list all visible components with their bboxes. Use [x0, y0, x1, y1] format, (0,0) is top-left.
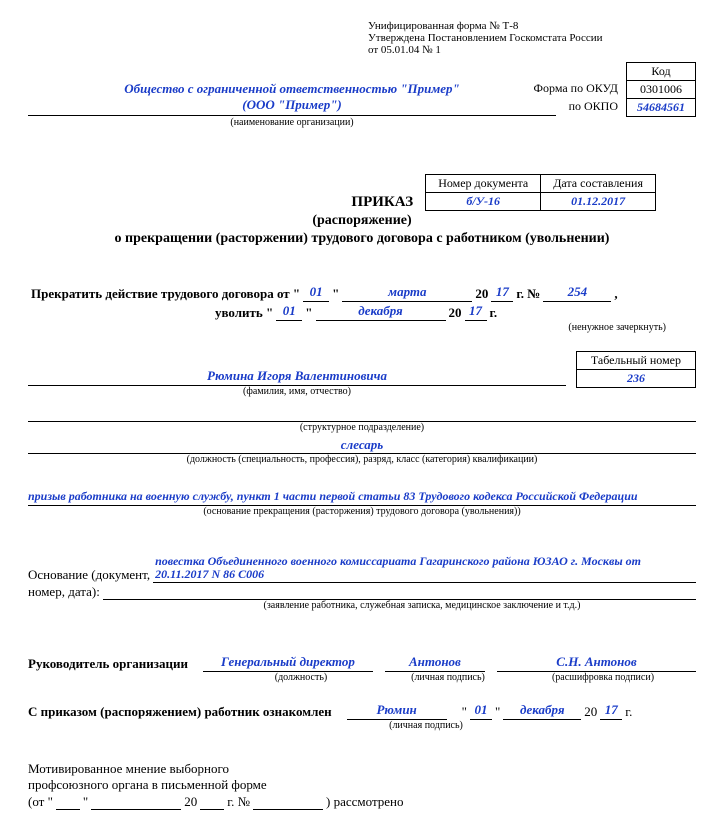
- union-month: [91, 793, 181, 810]
- title-long: о прекращении (расторжении) трудового до…: [28, 231, 696, 247]
- terminate-line-2: уволить " 01 " декабря 20 17 г.: [28, 304, 696, 321]
- ack-month: декабря: [503, 703, 581, 720]
- okpo-value: 54684561: [627, 99, 696, 117]
- terminate-y2: 17: [465, 304, 487, 321]
- terminate-lead: Прекратить действие трудового договора о…: [28, 286, 303, 302]
- ack-ysuffix: г.: [622, 704, 632, 720]
- ack-sign-sub: (личная подпись): [376, 720, 476, 731]
- docdate-value: 01.12.2017: [541, 193, 656, 211]
- dept-value: [28, 405, 696, 422]
- form-line: Утверждена Постановлением Госкомстата Ро…: [368, 32, 696, 44]
- docdate-header: Дата составления: [541, 175, 656, 193]
- form-line: от 05.01.04 № 1: [368, 44, 696, 56]
- union-l2: профсоюзного органа в письменной форме: [28, 777, 696, 793]
- union-l3: (от " " 20 г. № ) рассмотрено: [28, 793, 696, 810]
- title-sub: (распоряжение): [28, 213, 696, 229]
- head-sign: Антонов: [385, 655, 485, 672]
- basis-lead2: номер, дата):: [28, 584, 103, 600]
- job-value: слесарь: [28, 437, 696, 454]
- form-line: Унифицированная форма № Т-8: [368, 20, 696, 32]
- terminate-ysuffix2: г.: [487, 305, 501, 321]
- union-l3d: г. №: [224, 794, 253, 810]
- basis-row1: Основание (документ, повестка Объединенн…: [28, 555, 696, 582]
- union-l3e: ) рассмотрено: [323, 794, 407, 810]
- doc-meta-table: Номер документа Дата составления б/У-16 …: [425, 174, 656, 211]
- fio-sub: (фамилия, имя, отчество): [28, 386, 566, 397]
- basis-row2: номер, дата):: [28, 583, 696, 600]
- terminate-num: 254: [543, 285, 611, 302]
- dept-sub: (структурное подразделение): [28, 422, 696, 433]
- ack-q2: ": [492, 704, 503, 720]
- reason-text: призыв работника на военную службу, пунк…: [28, 489, 696, 506]
- ack-sub-row: (личная подпись): [28, 720, 696, 731]
- terminate-q1: ": [329, 286, 342, 302]
- union-l3b: ": [80, 794, 91, 810]
- terminate-day2: 01: [276, 304, 302, 321]
- union-block: Мотивированное мнение выборного профсоюз…: [28, 761, 696, 810]
- ack-day: 01: [470, 703, 492, 720]
- union-l3c: 20: [181, 794, 200, 810]
- job-sub: (должность (специальность, профессия), р…: [28, 454, 696, 465]
- ack-q1: ": [459, 704, 470, 720]
- terminate-y1: 17: [491, 285, 513, 302]
- tabel-table: Табельный номер 236: [576, 351, 696, 388]
- terminate-line-1: Прекратить действие трудового договора о…: [28, 285, 696, 302]
- union-day: [56, 793, 80, 810]
- ack-lead: С приказом (распоряжением) работник озна…: [28, 704, 335, 720]
- form-reference: Унифицированная форма № Т-8 Утверждена П…: [368, 20, 696, 56]
- terminate-yprefix1: 20: [472, 286, 491, 302]
- terminate-tail: ,: [611, 286, 620, 302]
- basis-line2: [103, 583, 696, 600]
- basis-text: повестка Объединенного военного комиссар…: [153, 555, 696, 582]
- org-sublabel: (наименование организации): [28, 117, 556, 128]
- docnum-header: Номер документа: [426, 175, 541, 193]
- head-sign-row: Руководитель организации Генеральный дир…: [28, 655, 696, 672]
- title-prikaz: ПРИКАЗ: [351, 194, 413, 210]
- terminate-yprefix2: 20: [446, 305, 465, 321]
- terminate-month1: марта: [342, 285, 472, 302]
- head-sign-subs: (должность) (личная подпись) (расшифровк…: [28, 672, 696, 683]
- head-job: Генеральный директор: [203, 655, 373, 672]
- reason-sub: (основание прекращения (расторжения) тру…: [28, 506, 696, 517]
- codes-table: Код 0301006 54684561: [626, 62, 696, 117]
- basis-sub: (заявление работника, служебная записка,…: [148, 600, 696, 611]
- head-label: Руководитель организации: [28, 656, 191, 672]
- terminate-day1: 01: [303, 285, 329, 302]
- ack-sign: Рюмин: [347, 703, 447, 720]
- kod-header: Код: [627, 63, 696, 81]
- head-job-sub: (должность): [216, 672, 386, 683]
- title-left: ПРИКАЗ: [28, 194, 425, 211]
- fio-value: Рюмина Игоря Валентиновича: [28, 369, 566, 386]
- union-l3a: (от ": [28, 794, 56, 810]
- head-name: С.Н. Антонов: [497, 655, 696, 672]
- terminate-note: (ненужное зачеркнуть): [28, 322, 696, 333]
- terminate-q2: ": [302, 305, 315, 321]
- org-name: Общество с ограниченной ответственностью…: [28, 81, 556, 116]
- okud-value: 0301006: [627, 81, 696, 99]
- basis-lead1: Основание (документ,: [28, 567, 153, 583]
- union-l1: Мотивированное мнение выборного: [28, 761, 696, 777]
- ack-row: С приказом (распоряжением) работник озна…: [28, 703, 696, 720]
- head-sign-sub: (личная подпись): [398, 672, 498, 683]
- tabel-value: 236: [576, 370, 695, 388]
- head-name-sub: (расшифровка подписи): [510, 672, 696, 683]
- title-row: ПРИКАЗ Номер документа Дата составления …: [28, 174, 696, 211]
- union-year: [200, 793, 224, 810]
- ack-year: 17: [600, 703, 622, 720]
- terminate-ysuffix1: г. №: [513, 286, 543, 302]
- tabel-label: Табельный номер: [576, 352, 695, 370]
- terminate-lead2: уволить ": [212, 305, 276, 321]
- union-num: [253, 793, 323, 810]
- ack-yprefix: 20: [581, 704, 600, 720]
- docnum-value: б/У-16: [426, 193, 541, 211]
- terminate-month2: декабря: [316, 304, 446, 321]
